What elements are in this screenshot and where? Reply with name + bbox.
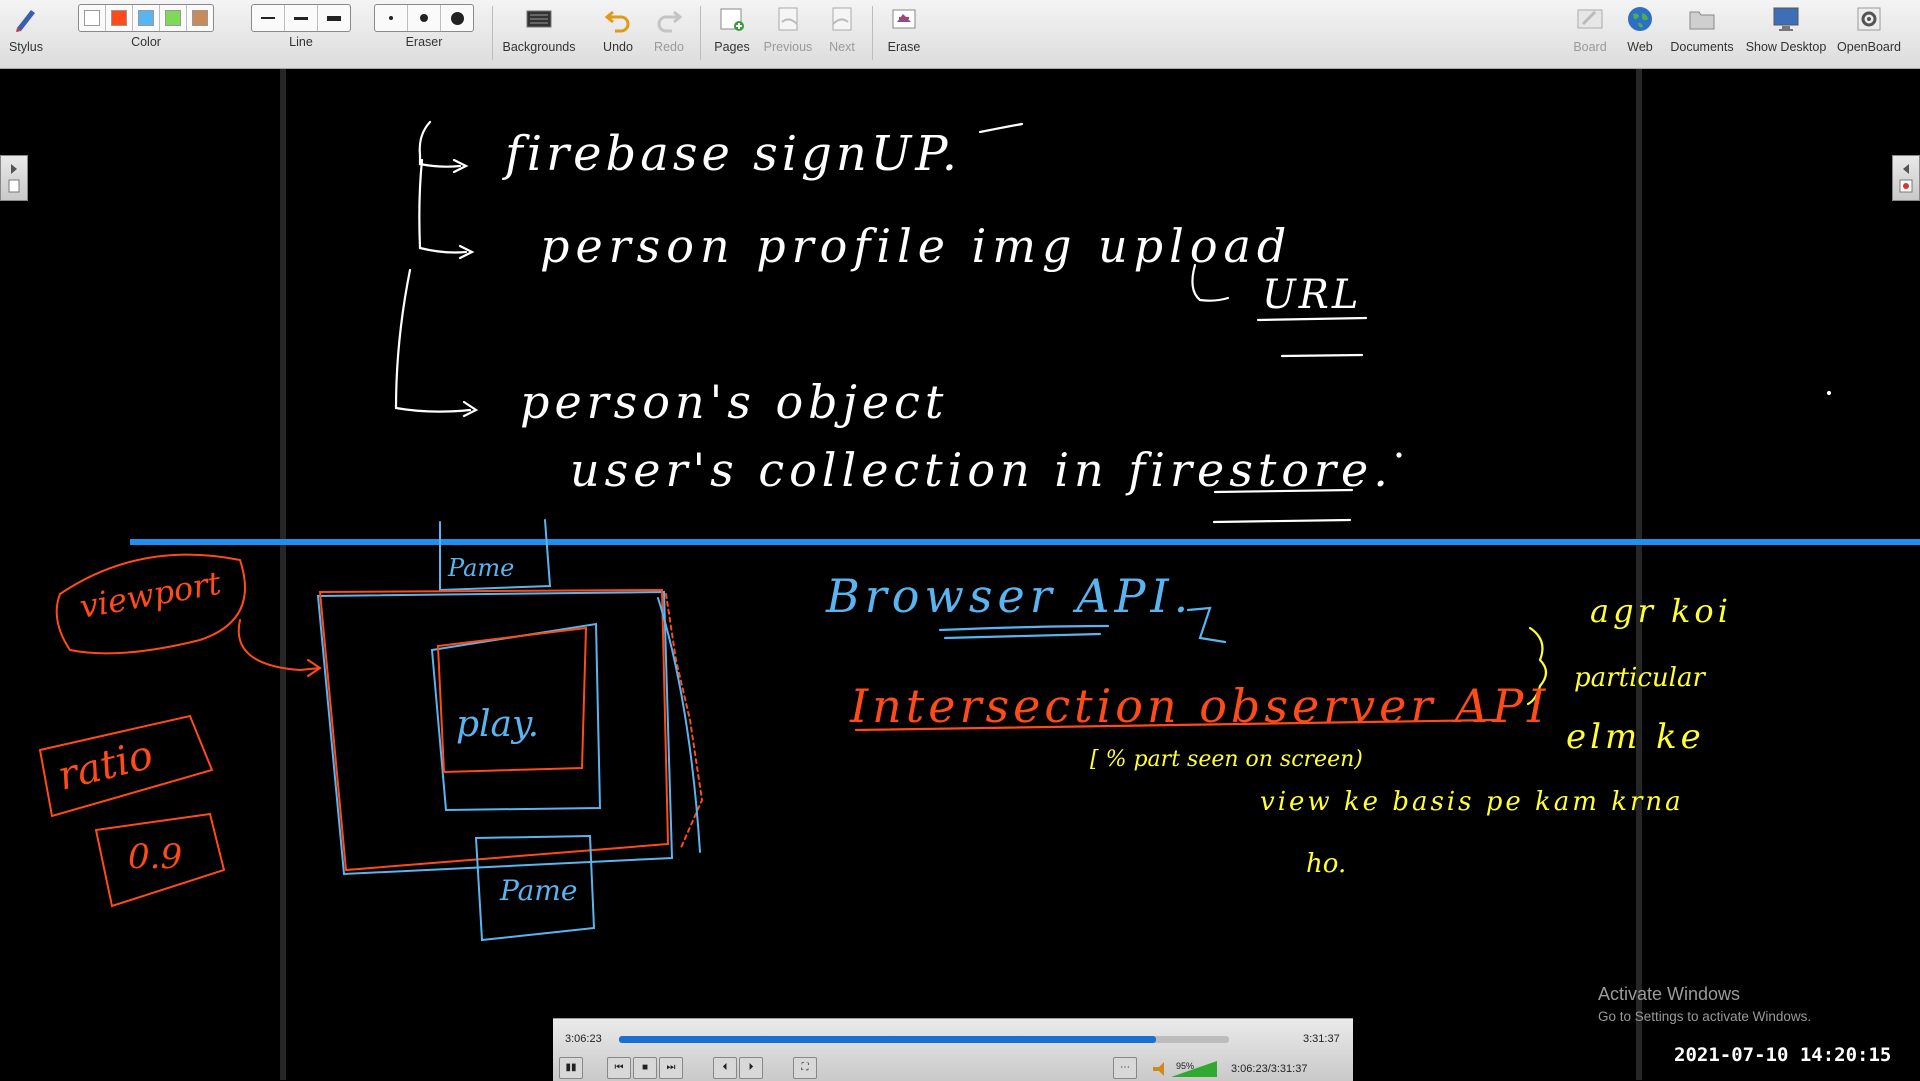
total-time: 3:31:37: [1303, 1033, 1340, 1045]
fullscreen-button[interactable]: ⛶: [793, 1057, 817, 1079]
note-intersection-observer: Intersection observer API: [849, 679, 1549, 733]
media-player-bar[interactable]: 3:06:23 3:31:37 ▮▮ ⏮ ■ ⏭ ⏴ ⏵ ⛶ ⋯ 95% 3:0…: [553, 1018, 1353, 1081]
documents-button[interactable]: Documents: [1668, 4, 1736, 54]
note-agr-koi: agr koi: [1590, 592, 1732, 630]
color-swatches[interactable]: [78, 4, 214, 32]
gear-icon: [1857, 7, 1881, 31]
right-notes-text: Browser API. Intersection observer API […: [825, 569, 1732, 879]
show-desktop-button[interactable]: Show Desktop: [1744, 4, 1828, 54]
stop-button[interactable]: ■: [633, 1057, 657, 1079]
note-ho: ho.: [1306, 849, 1346, 879]
eraser-size-picker[interactable]: Eraser: [373, 4, 475, 49]
expand-arrow-icon: [8, 164, 20, 193]
next-page-button[interactable]: Next: [822, 4, 862, 54]
white-ink-text: firebase signUP. person profile img uplo…: [502, 126, 1393, 497]
note-elm-ke: elm ke: [1566, 717, 1705, 757]
line-thick[interactable]: [318, 5, 350, 31]
stylus-button[interactable]: Stylus: [6, 4, 46, 54]
color-red[interactable]: [106, 5, 133, 31]
stylus-icon: [16, 10, 35, 32]
skip-forward-button[interactable]: ⏭: [659, 1057, 683, 1079]
undo-icon: [604, 10, 630, 33]
openboard-toolbar: Stylus Color Line Eraser Backgrounds Und…: [0, 0, 1920, 69]
undo-button[interactable]: Undo: [598, 4, 638, 54]
label-frame-play: play.: [456, 704, 539, 745]
diagram-labels: viewport ratio 0.9 Pame play. Pame: [53, 554, 577, 907]
backgrounds-icon: [526, 10, 552, 28]
note-firebase-signup: firebase signUP.: [502, 126, 961, 182]
date-time-overlay: 2021-07-10 14:20:15: [1674, 1044, 1892, 1066]
label-frame-bottom: Pame: [499, 874, 577, 907]
note-browser-api: Browser API.: [825, 569, 1193, 623]
label-ratio-value: 0.9: [128, 837, 182, 877]
board-button[interactable]: Board: [1570, 4, 1610, 54]
color-brown[interactable]: [187, 5, 213, 31]
whiteboard-canvas[interactable]: firebase signUP. person profile img uplo…: [0, 69, 1920, 1080]
note-view-basis: view ke basis pe kam krna: [1260, 787, 1684, 817]
playlist-button[interactable]: ⋯: [1113, 1057, 1137, 1079]
eraser-medium[interactable]: [408, 5, 441, 31]
pages-button[interactable]: Pages: [710, 4, 754, 54]
previous-page-button[interactable]: Previous: [760, 4, 816, 54]
elapsed-time: 3:06:23: [565, 1033, 602, 1045]
speaker-icon: [1153, 1062, 1164, 1076]
left-palette-tab[interactable]: [0, 155, 28, 201]
globe-icon: [1628, 7, 1652, 31]
toolbar-divider: [872, 6, 873, 60]
eraser-small[interactable]: [375, 5, 408, 31]
line-thin[interactable]: [252, 5, 285, 31]
redo-button[interactable]: Redo: [649, 4, 689, 54]
note-percent-seen: [ % part seen on screen): [1090, 747, 1363, 772]
toolbar-divider: [700, 6, 701, 60]
toolbar-divider: [492, 6, 493, 60]
previous-page-icon: [778, 7, 798, 31]
seek-bar[interactable]: [619, 1036, 1229, 1043]
collapse-arrow-icon: [1899, 164, 1913, 193]
watermark-title: Activate Windows: [1598, 984, 1741, 1004]
next-chapter-button[interactable]: ⏵: [739, 1057, 763, 1079]
monitor-icon: [1773, 7, 1799, 31]
label-frame-top: Pame: [447, 554, 514, 582]
pages-icon: [720, 8, 744, 31]
page-edge-right: [1636, 69, 1642, 1080]
activate-windows-watermark: Activate Windows Go to Settings to activ…: [1598, 984, 1811, 1024]
erase-button[interactable]: Erase: [884, 4, 924, 54]
color-white[interactable]: [79, 5, 106, 31]
seek-bar-fill: [619, 1036, 1156, 1043]
web-button[interactable]: Web: [1621, 4, 1659, 54]
watermark-subtitle: Go to Settings to activate Windows.: [1598, 1009, 1812, 1024]
backgrounds-button[interactable]: Backgrounds: [500, 4, 578, 54]
ink-layer: firebase signUP. person profile img uplo…: [38, 69, 1920, 1080]
position-readout: 3:06:23/3:31:37: [1231, 1063, 1308, 1075]
openboard-menu-button[interactable]: OpenBoard: [1836, 4, 1902, 54]
color-green[interactable]: [160, 5, 187, 31]
note-profile-img-upload: person profile img upload: [540, 219, 1292, 273]
next-page-icon: [832, 7, 852, 31]
note-person-object: person's object: [520, 375, 948, 429]
eraser-large[interactable]: [441, 5, 473, 31]
pause-button[interactable]: ▮▮: [559, 1057, 583, 1079]
right-palette-tab[interactable]: [1892, 155, 1920, 201]
erase-icon: [892, 9, 916, 29]
skip-back-button[interactable]: ⏮: [607, 1057, 631, 1079]
line-medium[interactable]: [285, 5, 318, 31]
note-users-collection: user's collection in firestore.: [570, 443, 1393, 497]
redo-icon: [657, 10, 683, 33]
line-width-picker[interactable]: Line: [250, 4, 352, 49]
page-edge-left: [280, 69, 286, 1080]
board-icon: [1577, 9, 1603, 29]
folder-icon: [1689, 11, 1715, 30]
previous-chapter-button[interactable]: ⏴: [713, 1057, 737, 1079]
note-particular: particular: [1574, 663, 1706, 693]
volume-slider[interactable]: [1151, 1059, 1221, 1079]
color-blue[interactable]: [133, 5, 160, 31]
color-picker[interactable]: Color: [62, 4, 230, 49]
note-url: URL: [1262, 272, 1361, 318]
